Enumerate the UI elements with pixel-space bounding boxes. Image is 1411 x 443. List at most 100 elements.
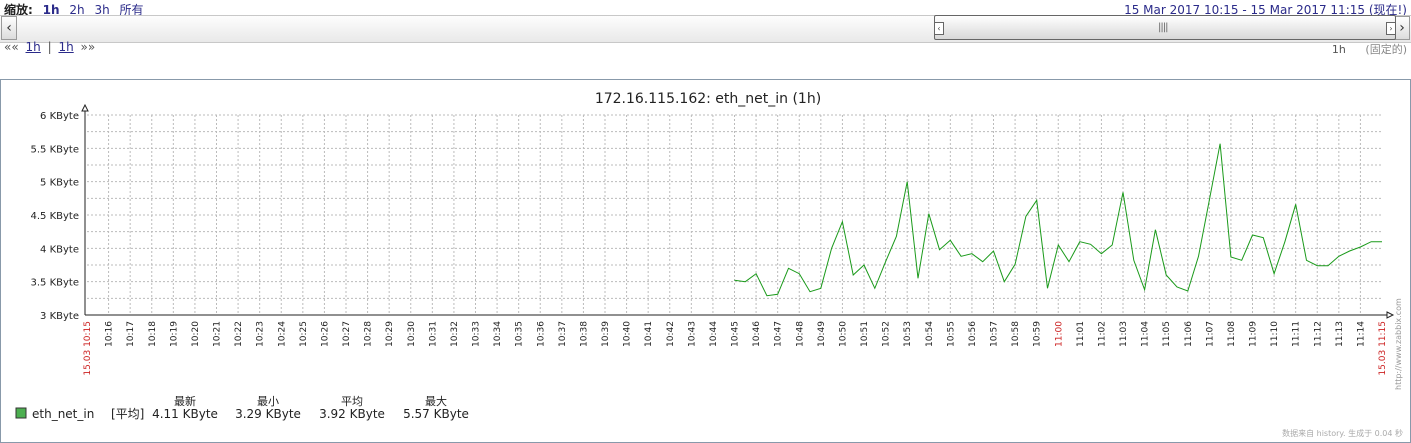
x-tick-label: 11:09: [1249, 321, 1259, 347]
x-tick-label: 10:40: [623, 321, 633, 347]
y-tick-label: 3 KByte: [40, 311, 79, 322]
period-navigation: «« 1h | 1h »»: [4, 40, 95, 54]
x-tick-label: 11:02: [1097, 321, 1107, 347]
x-tick-label: 10:35: [515, 321, 525, 347]
chart-title: 172.16.115.162: eth_net_in (1h): [595, 91, 821, 107]
x-tick-label: 10:46: [752, 321, 762, 347]
x-tick-label: 10:32: [450, 321, 460, 347]
x-tick-label: 10:31: [428, 321, 438, 347]
x-tick-label: 10:26: [320, 321, 330, 347]
x-tick-label: 10:28: [364, 321, 374, 347]
x-tick-label: 11:11: [1292, 321, 1302, 347]
x-tick-label: 10:49: [817, 321, 827, 347]
x-tick-label: 10:41: [644, 321, 654, 347]
x-tick-label: 10:52: [882, 321, 892, 347]
x-tick-label: 10:53: [903, 321, 913, 347]
x-tick-label: 11:12: [1313, 321, 1323, 347]
scroll-left-button[interactable]: ‹: [1, 16, 17, 40]
y-tick-label: 4.5 KByte: [31, 211, 80, 222]
x-tick-label: 11:01: [1076, 321, 1086, 347]
nav-back-symbol[interactable]: ««: [4, 40, 19, 54]
legend-header: 最大: [425, 394, 447, 408]
x-tick-label: 11:00: [1054, 321, 1064, 347]
x-tick-label: 11:05: [1162, 321, 1172, 347]
nav-back-1h-link[interactable]: 1h: [26, 40, 41, 54]
x-tick-label: 11:06: [1184, 321, 1194, 347]
x-tick-label: 10:43: [687, 321, 697, 347]
y-tick-label: 4 KByte: [40, 244, 79, 255]
y-tick-label: 5 KByte: [40, 178, 79, 189]
period-info: 1h (固定的): [1332, 41, 1407, 57]
legend-series-name: eth_net_in: [32, 407, 94, 421]
footer-note: 数据来自 history. 生成于 0.04 秒: [1282, 428, 1403, 438]
x-tick-label: 10:24: [277, 321, 287, 347]
x-tick-label: 10:23: [256, 321, 266, 347]
x-tick-label: 10:48: [795, 321, 805, 347]
legend-value: 5.57 KByte: [403, 407, 469, 421]
scroll-right-button[interactable]: ›: [1394, 16, 1410, 40]
x-end-label: 15.03 11:15: [1378, 321, 1388, 376]
period-length: 1h: [1331, 43, 1346, 56]
grid-layer: [87, 114, 1382, 315]
thumb-right-handle[interactable]: ›: [1386, 22, 1396, 35]
x-tick-label: 11:13: [1335, 321, 1345, 347]
zabbix-url-label: http://www.zabbix.com: [1394, 298, 1403, 390]
graph-toolbar: 缩放: 1h 2h 3h 所有 15 Mar 2017 10:15 - 15 M…: [0, 0, 1411, 57]
x-tick-label: 10:19: [169, 321, 179, 347]
x-tick-label: 11:07: [1205, 321, 1215, 347]
y-tick-label: 3.5 KByte: [31, 278, 80, 289]
x-tick-label: 10:58: [1011, 321, 1021, 347]
x-tick-label: 10:36: [536, 321, 546, 347]
x-tick-label: 11:10: [1270, 321, 1280, 347]
x-tick-label: 10:47: [774, 321, 784, 347]
legend-header: 最新: [174, 394, 196, 408]
x-tick-label: 10:37: [558, 321, 568, 347]
nav-forward-1h-link[interactable]: 1h: [58, 40, 73, 54]
x-tick-label: 11:04: [1141, 321, 1151, 347]
y-tick-label: 5.5 KByte: [31, 144, 80, 155]
x-tick-label: 10:38: [579, 321, 589, 347]
x-tick-label: 10:51: [860, 321, 870, 347]
legend: eth_net_in [平均]最新 最小 平均 最大4.11 KByte 3.29 KBy…: [15, 394, 469, 421]
x-tick-label: 10:33: [472, 321, 482, 347]
x-tick-label: 10:27: [342, 321, 352, 347]
x-tick-label: 10:30: [407, 321, 417, 347]
legend-swatch: [15, 407, 27, 419]
x-tick-label: 10:44: [709, 321, 719, 347]
graph-panel: 172.16.115.162: eth_net_in (1h) 3 KByte 3…: [0, 79, 1411, 443]
x-tick-label: 11:08: [1227, 321, 1237, 347]
x-tick-label: 10:18: [148, 321, 158, 347]
timeline-thumb[interactable]: ‹ |||| ›: [934, 15, 1396, 40]
x-tick-label: 10:17: [126, 321, 136, 347]
fixed-toggle-link[interactable]: (固定的): [1365, 43, 1407, 56]
x-tick-label: 10:21: [213, 321, 223, 347]
x-tick-label: 11:14: [1356, 321, 1366, 347]
nav-forward-symbol[interactable]: »»: [81, 40, 96, 54]
x-tick-label: 11:03: [1119, 321, 1129, 347]
x-start-label: 15.03 10:15: [83, 321, 93, 376]
legend-function: [平均]: [111, 407, 144, 421]
thumb-left-handle[interactable]: ‹: [934, 22, 944, 35]
x-tick-label: 10:20: [191, 321, 201, 347]
x-tick-label: 10:57: [990, 321, 1000, 347]
x-tick-label: 10:22: [234, 321, 244, 347]
x-tick-label: 10:55: [946, 321, 956, 347]
x-tick-label: 10:34: [493, 321, 503, 347]
graph-svg: 172.16.115.162: eth_net_in (1h) 3 KByte 3…: [15, 91, 1403, 438]
x-axis-arrow-icon: [1386, 311, 1395, 319]
x-tick-label: 10:50: [838, 321, 848, 347]
x-tick-label: 10:59: [1033, 321, 1043, 347]
grip-icon: ||||: [1158, 22, 1169, 33]
x-tick-label: 10:16: [105, 321, 115, 347]
legend-value: 3.29 KByte: [235, 407, 301, 421]
nav-separator: |: [47, 40, 52, 54]
x-tick-label: 10:54: [925, 321, 935, 347]
legend-value: 4.11 KByte: [152, 407, 218, 421]
x-tick-label: 10:56: [968, 321, 978, 347]
legend-value: 3.92 KByte: [319, 407, 385, 421]
x-tick-label: 10:45: [731, 321, 741, 347]
y-tick-label: 6 KByte: [40, 111, 79, 122]
x-tick-label: 10:29: [385, 321, 395, 347]
y-axis-arrow-icon: [81, 103, 89, 112]
x-tick-label: 10:25: [299, 321, 309, 347]
